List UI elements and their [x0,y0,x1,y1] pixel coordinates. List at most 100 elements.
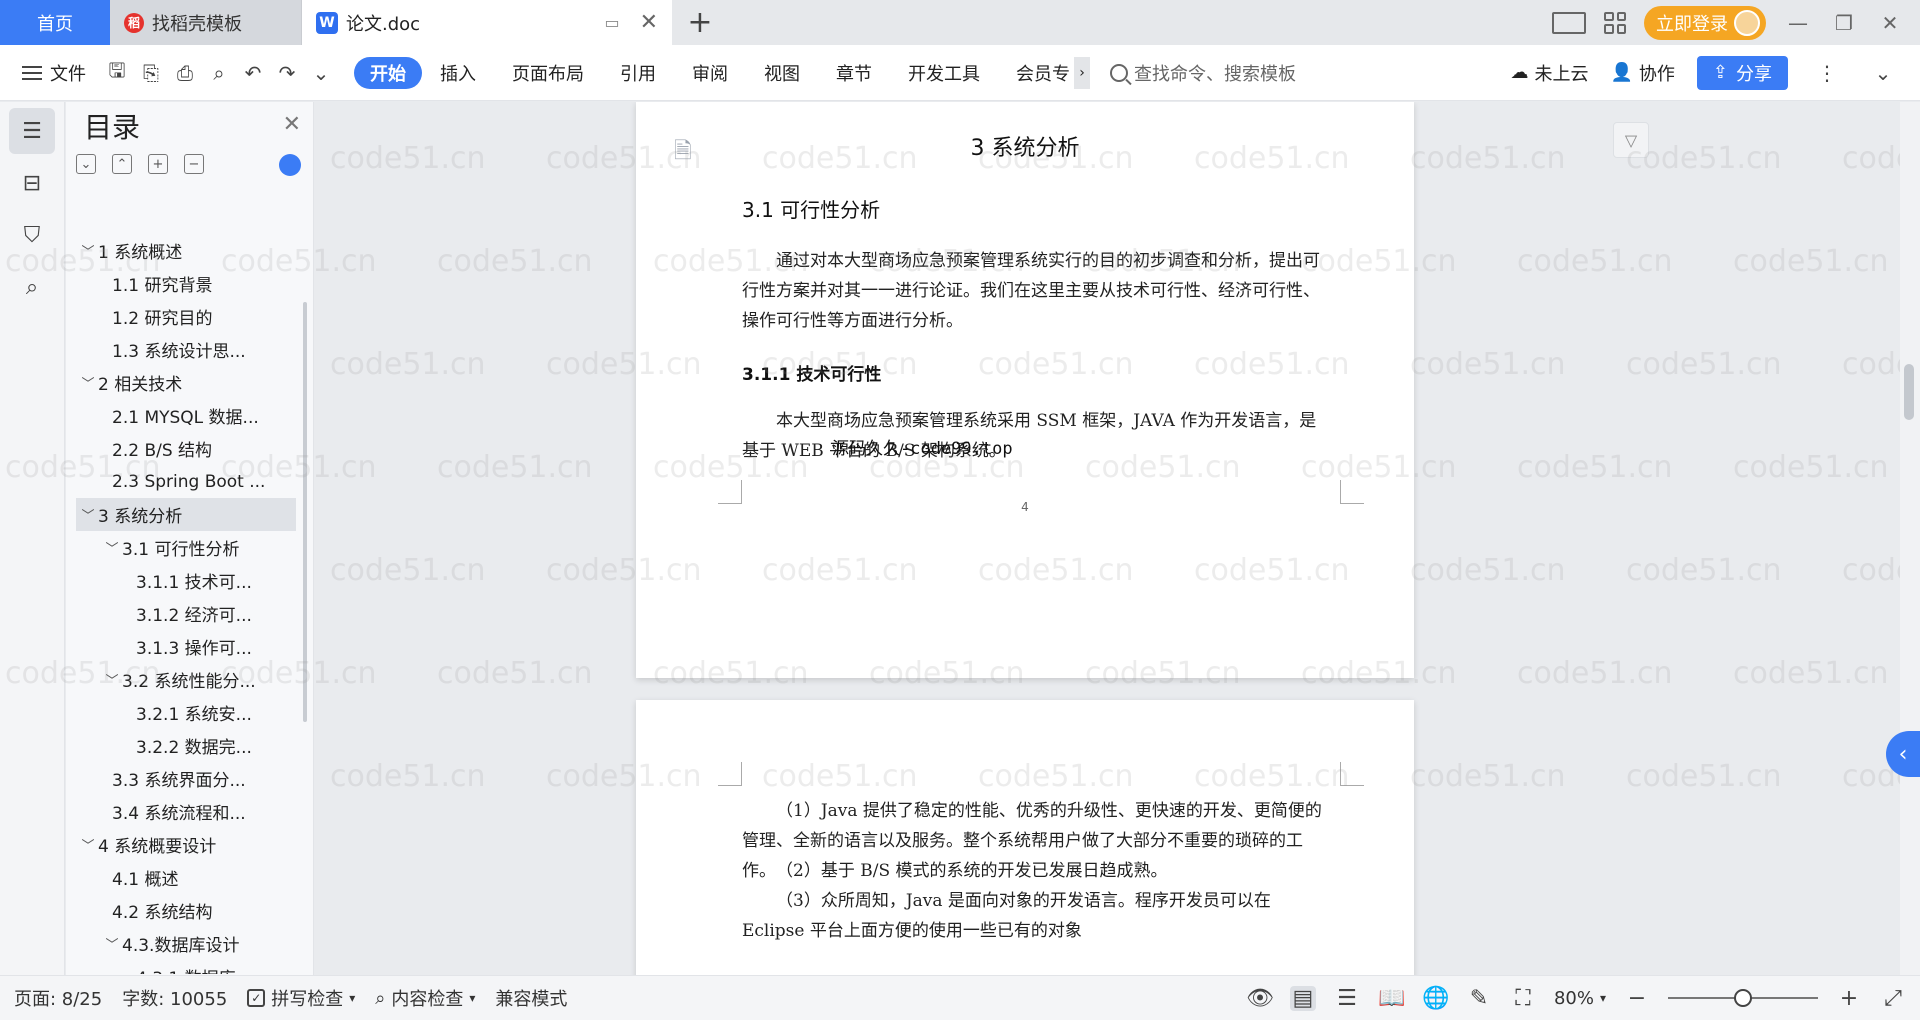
add-level-icon[interactable]: + [148,154,168,174]
toc-item[interactable]: ﹀ 3.2 系统性能分... [76,663,296,696]
cloud-status-button[interactable]: ☁ 未上云 [1510,60,1588,86]
tab-home[interactable]: 首页 [0,0,110,45]
apps-grid-icon[interactable] [1604,11,1626,34]
collapse-ribbon-icon[interactable]: ⌄ [1866,56,1900,90]
ribbon-tab-chapter[interactable]: 章节 [818,57,890,89]
chevron-down-icon[interactable]: ﹀ [102,538,122,557]
scroll-thumb[interactable] [1904,364,1914,420]
page-view-icon[interactable]: ▤ [1289,985,1316,1011]
zoom-slider[interactable] [1668,989,1818,1007]
chevron-down-icon[interactable]: ﹀ [78,373,98,392]
restore-icon[interactable]: ❐ [1830,11,1858,35]
save-icon[interactable]: 🖫 [100,56,134,90]
fit-page-icon[interactable]: ⛶ [1510,986,1536,1011]
toc-item[interactable]: 3.2.1 系统安... [76,696,296,729]
new-tab-button[interactable]: + [672,0,728,45]
ribbon-tab-developer[interactable]: 开发工具 [890,57,998,89]
screen-icon[interactable]: ▭ [604,13,619,32]
toc-item[interactable]: 1.3 系统设计思... [76,333,296,366]
zoom-in-icon[interactable]: + [1836,986,1862,1011]
toc-item[interactable]: 3.1.2 经济可... [76,597,296,630]
toc-item[interactable]: 3.2.2 数据完... [76,729,296,762]
toc-panel-icon[interactable]: ☰ [9,108,55,154]
toc-item[interactable]: 2.3 Spring Boot ... [76,465,296,498]
ribbon-tab-insert[interactable]: 插入 [422,57,494,89]
ribbon-more-icon[interactable]: › [1074,56,1090,89]
print-icon[interactable]: ⎙ [168,56,202,90]
close-window-icon[interactable]: ✕ [1876,11,1904,35]
toc-item[interactable]: ﹀ 1 系统概述 [76,234,296,267]
layout-icon[interactable] [1552,11,1586,34]
login-button[interactable]: 立即登录 [1644,5,1766,40]
toc-item[interactable]: 3.1.1 技术可... [76,564,296,597]
ribbon-tab-view[interactable]: 视图 [746,57,818,89]
content-check-button[interactable]: ⌕ 内容检查 ▾ [375,985,475,1011]
redo-icon[interactable]: ↷ [270,56,304,90]
toc-item[interactable]: ﹀ 4.3.数据库设计 [76,927,296,960]
file-menu[interactable]: 文件 [0,60,100,86]
web-view-icon[interactable]: 🌐 [1422,986,1449,1011]
fullscreen-icon[interactable]: ⤢ [1880,986,1906,1011]
outline-view-icon[interactable]: ☰ [1334,986,1360,1011]
export-icon[interactable]: ⎘ [134,56,168,90]
remove-level-icon[interactable]: − [184,154,204,174]
ribbon-tab-references[interactable]: 引用 [602,57,674,89]
toc-item[interactable]: 1.2 研究目的 [76,300,296,333]
eye-protection-icon[interactable]: 👁 [1246,986,1274,1011]
toc-item[interactable]: 4.3.1 数据库... [76,960,296,974]
command-search[interactable]: 查找命令、搜索模板 [1110,60,1296,86]
toc-item[interactable]: ﹀ 2 相关技术 [76,366,296,399]
vertical-scrollbar[interactable] [1900,102,1920,975]
document-page[interactable]: （1）Java 提供了稳定的性能、优秀的升级性、更快速的开发、更简便的管理、全新… [636,700,1414,975]
ribbon-tab-home[interactable]: 开始 [354,56,422,89]
toc-item[interactable]: ﹀ 4 系统概要设计 [76,828,296,861]
toc-item[interactable]: 4.1 概述 [76,861,296,894]
undo-icon[interactable]: ↶ [236,56,270,90]
toc-item[interactable]: 2.1 MYSQL 数据... [76,399,296,432]
toc-item[interactable]: 4.2 系统结构 [76,894,296,927]
collab-button[interactable]: 👤 协作 [1610,60,1674,86]
zoom-select[interactable]: 80% ▾ [1554,988,1606,1009]
toc-item[interactable]: ﹀ 3 系统分析 [76,498,296,531]
navigation-icon[interactable]: ⊟ [9,160,55,206]
page-indicator[interactable]: 页面: 8/25 [14,985,102,1011]
spell-check-button[interactable]: ✓ 拼写检查 ▾ [247,985,355,1011]
toc-item[interactable]: 3.4 系统流程和... [76,795,296,828]
chevron-down-icon[interactable]: ⌄ [304,56,338,90]
bookmark-icon[interactable]: ⛉ [9,212,55,258]
toc-item[interactable]: ﹀ 3.1 可行性分析 [76,531,296,564]
toc-item[interactable]: 2.2 B/S 结构 [76,432,296,465]
ribbon-tab-layout[interactable]: 页面布局 [494,57,602,89]
ai-assistant-icon[interactable] [279,154,301,176]
chevron-down-icon[interactable]: ﹀ [78,505,98,524]
tab-document[interactable]: W 论文.doc ▭ ✕ [302,0,672,45]
collapse-icon[interactable]: ⌃ [112,154,132,174]
share-button[interactable]: ⇪ 分享 [1696,55,1788,90]
chevron-down-icon[interactable]: ﹀ [78,241,98,260]
find-icon[interactable]: ⌕ [9,264,55,310]
chevron-down-icon[interactable]: ﹀ [102,934,122,953]
word-count[interactable]: 字数: 10055 [122,985,227,1011]
toc-item[interactable]: 3.3 系统界面分... [76,762,296,795]
more-vertical-icon[interactable]: ⋮ [1810,56,1844,90]
close-tab-icon[interactable]: ✕ [640,10,658,35]
expand-icon[interactable]: ⌄ [76,154,96,174]
ribbon-tab-member[interactable]: 会员专 [998,57,1074,89]
tab-docer-templates[interactable]: 稻 找稻壳模板 [110,0,302,45]
zoom-slider-handle[interactable] [1734,989,1752,1007]
toc-item[interactable]: 1.1 研究背景 [76,267,296,300]
reading-view-icon[interactable]: 📖 [1378,986,1405,1011]
document-page[interactable]: 🗎 3 系统分析 3.1 可行性分析 通过对本大型商场应急预案管理系统实行的目的… [636,102,1414,678]
ribbon-tab-review[interactable]: 审阅 [674,57,746,89]
toc-item-label: 3 系统分析 [98,507,183,527]
close-icon[interactable]: ✕ [283,112,301,137]
chevron-down-icon[interactable]: ﹀ [78,835,98,854]
print-preview-icon[interactable]: ⌕ [202,56,236,90]
chevron-down-icon[interactable]: ﹀ [102,670,122,689]
toc-scrollbar[interactable] [303,302,307,722]
zoom-out-icon[interactable]: − [1624,986,1650,1011]
pen-icon[interactable]: ✎ [1466,986,1492,1011]
toc-item[interactable]: 3.1.3 操作可... [76,630,296,663]
minimize-icon[interactable]: — [1784,11,1812,35]
filter-icon[interactable]: ▽ [1613,122,1649,158]
